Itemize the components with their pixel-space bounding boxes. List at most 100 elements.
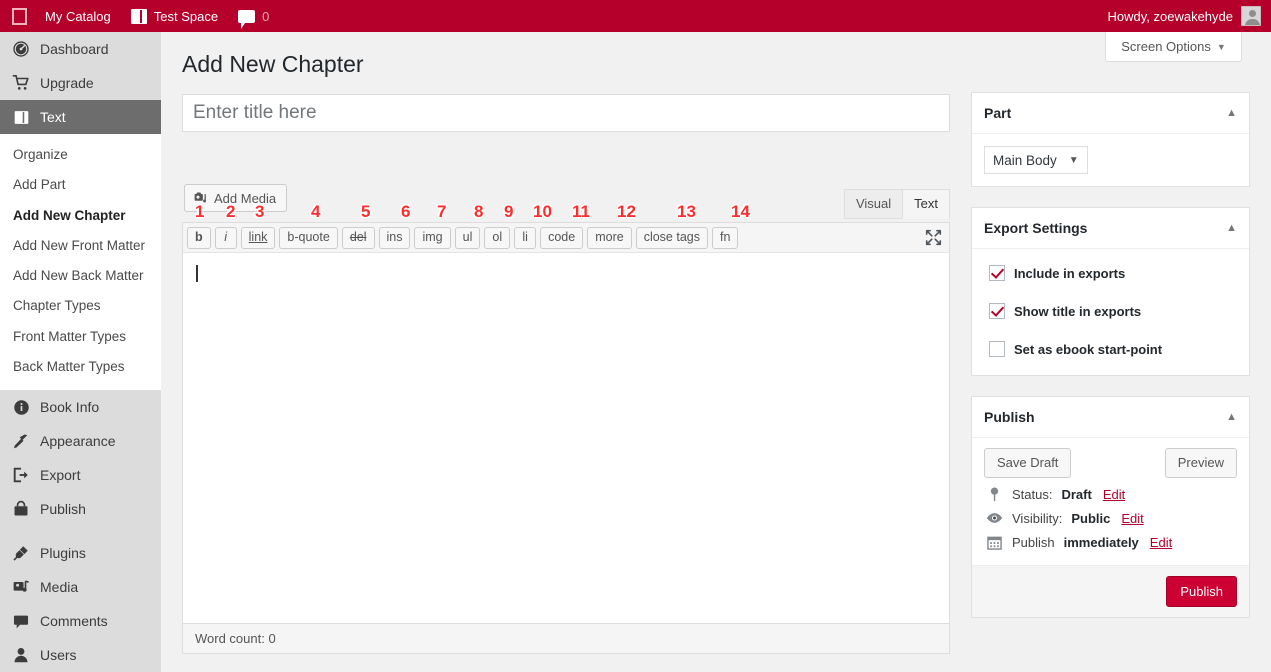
annotation-badge-4: 4 <box>311 202 321 221</box>
screen-options-toggle[interactable]: Screen Options ▼ <box>1105 32 1242 62</box>
publish-schedule-row: Publish immediately Edit <box>986 535 1237 550</box>
quicktag-b[interactable]: b <box>187 226 211 249</box>
annotation-badge-13: 13 <box>677 202 696 221</box>
tab-visual[interactable]: Visual <box>843 189 904 219</box>
sidebar-item-export[interactable]: Export <box>0 458 161 492</box>
publish-time-value: immediately <box>1063 534 1139 550</box>
annotation-badge-11: 11 <box>572 202 590 221</box>
comment-count: 0 <box>262 8 270 24</box>
account-menu-item[interactable]: Howdy, zoewakehyde <box>1108 6 1271 26</box>
publish-actions-row: Save Draft Preview <box>984 448 1237 478</box>
sidebar-item-add-new-chapter[interactable]: Add New Chapter <box>0 201 161 231</box>
wp-logo-menu-item[interactable] <box>0 0 35 32</box>
chevron-down-icon: ▼ <box>1216 41 1226 52</box>
chevron-up-icon[interactable]: ▲ <box>1226 222 1237 234</box>
sidebar-item-chapter-types[interactable]: Chapter Types <box>0 291 161 321</box>
sidebar-item-add-new-front-matter[interactable]: Add New Front Matter <box>0 231 161 261</box>
sidebar-item-dashboard[interactable]: Dashboard <box>0 32 161 66</box>
sidebar-item-publish[interactable]: Publish <box>0 492 161 526</box>
annotation-badge-1: 1 <box>195 202 205 221</box>
sidebar-item-upgrade[interactable]: Upgrade <box>0 66 161 100</box>
word-count-label: Word count: 0 <box>195 631 276 646</box>
comments-menu-item[interactable]: 0 <box>228 0 279 32</box>
part-metabox-body: Main Body ▼ <box>972 134 1249 186</box>
edit-status-link[interactable]: Edit <box>1103 487 1125 502</box>
publish-button[interactable]: Publish <box>1166 575 1237 608</box>
quicktag-more[interactable]: more <box>587 226 632 249</box>
quicktag-i[interactable]: i <box>214 226 237 249</box>
content-textarea[interactable] <box>182 252 950 624</box>
chevron-up-icon[interactable]: ▲ <box>1226 107 1237 119</box>
export-option-show-title[interactable]: Show title in exports <box>989 303 1237 319</box>
sidebar-item-appearance[interactable]: Appearance <box>0 424 161 458</box>
sidebar-submenu-text: Organize Add Part Add New Chapter Add Ne… <box>0 134 161 390</box>
quicktag-ins[interactable]: ins <box>378 226 411 249</box>
sidebar-item-book-info[interactable]: Book Info <box>0 390 161 424</box>
sidebar-divider <box>0 526 161 536</box>
annotation-badge-10: 10 <box>533 202 552 221</box>
quicktag-b-quote[interactable]: b-quote <box>279 226 338 249</box>
annotation-badge-12: 12 <box>617 202 636 221</box>
sidebar-item-label: Export <box>40 467 81 483</box>
my-catalog-menu-item[interactable]: My Catalog <box>35 0 121 32</box>
quicktag-link[interactable]: link <box>240 226 276 249</box>
sidebar-item-organize[interactable]: Organize <box>0 140 161 170</box>
save-draft-button[interactable]: Save Draft <box>984 448 1072 478</box>
checkbox-set-as-ebook-start-point[interactable] <box>989 341 1005 357</box>
title-input[interactable] <box>182 94 950 132</box>
chevron-up-icon[interactable]: ▲ <box>1226 411 1237 423</box>
edit-visibility-link[interactable]: Edit <box>1121 511 1143 526</box>
comment-icon <box>11 611 31 631</box>
pin-icon <box>986 487 1003 502</box>
sidebar-item-label: Plugins <box>40 545 86 561</box>
preview-button[interactable]: Preview <box>1164 448 1237 478</box>
sidebar-item-add-new-back-matter[interactable]: Add New Back Matter <box>0 261 161 291</box>
part-select[interactable]: Main Body ▼ <box>984 146 1088 174</box>
add-media-label: Add Media <box>214 190 277 206</box>
quicktag-li[interactable]: li <box>514 226 537 249</box>
sidebar-item-label: Comments <box>40 613 108 629</box>
sidebar-item-text[interactable]: Text <box>0 100 161 134</box>
export-settings-header[interactable]: Export Settings ▲ <box>972 208 1249 249</box>
quicktag-close-tags[interactable]: close tags <box>635 226 708 249</box>
sidebar-item-back-matter-types[interactable]: Back Matter Types <box>0 352 161 382</box>
sidebar-item-front-matter-types[interactable]: Front Matter Types <box>0 322 161 352</box>
export-option-include[interactable]: Include in exports <box>989 265 1237 281</box>
annotation-badge-6: 6 <box>401 202 411 221</box>
quicktag-fn[interactable]: fn <box>711 226 739 249</box>
annotation-badge-5: 5 <box>361 202 371 221</box>
wordpress-logo-icon <box>12 7 27 25</box>
publish-metabox-header[interactable]: Publish ▲ <box>972 397 1249 438</box>
checkbox-show-title-in-exports[interactable] <box>989 303 1005 319</box>
fullscreen-icon[interactable] <box>924 229 942 247</box>
editor-mode-tabs: Visual Text <box>843 189 950 219</box>
calendar-icon <box>986 535 1003 550</box>
howdy-label: Howdy, zoewakehyde <box>1107 8 1234 24</box>
part-metabox: Part ▲ Main Body ▼ <box>971 92 1250 187</box>
tab-text[interactable]: Text <box>902 189 950 219</box>
quicktag-del[interactable]: del <box>341 226 375 249</box>
quicktag-ul[interactable]: ul <box>454 226 481 249</box>
export-option-start-point[interactable]: Set as ebook start-point <box>989 341 1237 357</box>
sidebar-item-add-part[interactable]: Add Part <box>0 170 161 200</box>
sidebar-item-users[interactable]: Users <box>0 638 161 672</box>
sidebar-meta-boxes: Part ▲ Main Body ▼ Export Settings ▲ Inc… <box>971 92 1250 638</box>
user-icon <box>11 645 31 665</box>
plug-icon <box>11 543 31 563</box>
admin-sidebar: Dashboard Upgrade Text Organize Add Part… <box>0 32 161 672</box>
sidebar-item-label: Publish <box>40 501 86 517</box>
media-icon <box>11 577 31 597</box>
sidebar-item-comments[interactable]: Comments <box>0 604 161 638</box>
sidebar-item-plugins[interactable]: Plugins <box>0 536 161 570</box>
quicktag-ol[interactable]: ol <box>484 226 511 249</box>
edit-publish-time-link[interactable]: Edit <box>1150 535 1172 550</box>
publish-prefix: Publish <box>1012 534 1055 550</box>
site-name-menu-item[interactable]: Test Space <box>121 0 228 32</box>
quicktag-code[interactable]: code <box>540 226 584 249</box>
part-metabox-header[interactable]: Part ▲ <box>972 93 1249 134</box>
quicktag-img[interactable]: img <box>414 226 451 249</box>
sidebar-item-media[interactable]: Media <box>0 570 161 604</box>
sidebar-item-label: Appearance <box>40 433 116 449</box>
annotation-badge-8: 8 <box>474 202 484 221</box>
checkbox-include-in-exports[interactable] <box>989 265 1005 281</box>
